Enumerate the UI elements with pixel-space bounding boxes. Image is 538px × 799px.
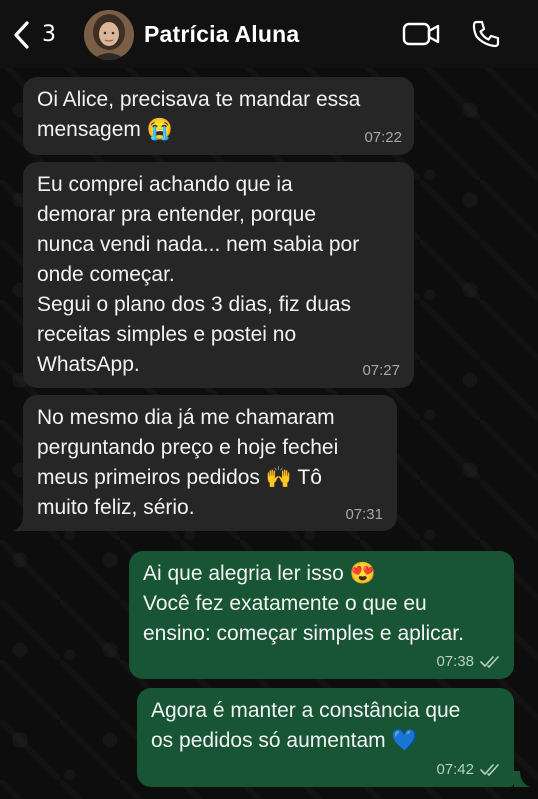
double-check-read-icon [480, 764, 499, 776]
message-time: 07:42 [436, 761, 474, 778]
contact-avatar[interactable] [84, 10, 134, 60]
message-text: No mesmo dia já me chamaram perguntando … [37, 406, 339, 519]
double-check-read-icon [480, 656, 499, 668]
message-time: 07:22 [364, 129, 402, 146]
back-chevron-icon[interactable] [10, 20, 34, 50]
phone-call-icon[interactable] [470, 18, 502, 50]
chat-header: 3 Patrícia Aluna [0, 0, 538, 68]
message-bubble-outgoing[interactable]: Ai que alegria ler isso 😍 Você fez exata… [129, 551, 514, 679]
message-bubble-incoming[interactable]: Eu comprei achando que ia demorar pra en… [23, 162, 414, 388]
contact-name[interactable]: Patrícia Aluna [144, 18, 299, 50]
message-bubble-incoming[interactable]: Oi Alice, precisava te mandar essa mensa… [23, 77, 414, 155]
message-text: Oi Alice, precisava te mandar essa mensa… [37, 88, 361, 141]
message-bubble-outgoing[interactable]: Agora é manter a constância que os pedid… [137, 688, 514, 787]
unread-count[interactable]: 3 [42, 20, 56, 50]
bubble-tail-incoming [13, 515, 29, 531]
message-text: Agora é manter a constância que os pedid… [151, 699, 461, 752]
message-time: 07:27 [362, 362, 400, 379]
message-time: 07:31 [345, 506, 383, 523]
message-text: Eu comprei achando que ia demorar pra en… [37, 173, 360, 376]
video-call-icon[interactable] [402, 20, 440, 48]
message-time: 07:38 [436, 653, 474, 670]
bubble-tail-outgoing [514, 771, 530, 787]
message-text: Ai que alegria ler isso 😍 Você fez exata… [143, 562, 464, 645]
message-bubble-incoming[interactable]: No mesmo dia já me chamaram perguntando … [23, 395, 397, 531]
